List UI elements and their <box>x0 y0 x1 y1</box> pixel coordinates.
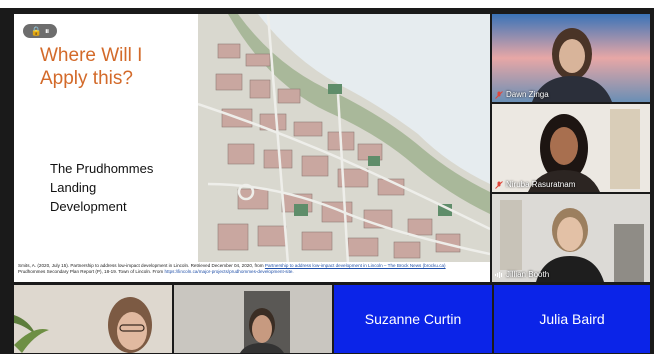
slide-subtitle: The Prudhommes Landing Development <box>50 161 154 214</box>
reference-link[interactable]: Partnership to address low-impact develo… <box>265 263 446 268</box>
lock-icon: 🔒 <box>30 25 42 36</box>
participant-video-jillian <box>492 194 650 282</box>
site-plan-image <box>198 14 490 264</box>
pause-icon: ⏸ <box>44 25 50 36</box>
participant-video-dawn <box>492 14 650 102</box>
participant-name-tag: Niruba Rasuratnam <box>495 180 575 190</box>
participant-name: Niruba Rasuratnam <box>506 180 576 189</box>
participant-tile-niruba[interactable]: Niruba Rasuratnam <box>492 104 650 192</box>
participant-tile-julia[interactable]: Julia Baird <box>494 285 650 353</box>
slide-references: Smits, A. (2020, July 15). Partnership t… <box>14 262 490 282</box>
participant-tile-suzanne[interactable]: Suzanne Curtin <box>334 285 492 353</box>
participant-name: Dawn Zinga <box>506 90 549 99</box>
reference-link[interactable]: https://lincoln.ca/major-projects/prudho… <box>164 269 293 274</box>
muted-mic-icon <box>495 181 503 189</box>
shared-screen: 🔒 ⏸ Where Will I Apply this? The Prudhom… <box>14 14 490 282</box>
participant-tile-jillian[interactable]: Jillian Booth <box>492 194 650 282</box>
participant-video <box>14 285 172 353</box>
mic-active-icon <box>495 271 503 279</box>
slide-title: Where Will I Apply this? <box>40 45 143 89</box>
participant-tile-video-1[interactable] <box>14 285 172 353</box>
participant-tile-dawn[interactable]: Dawn Zinga <box>492 14 650 102</box>
participant-video <box>174 285 332 353</box>
participant-name: Jillian Booth <box>506 270 550 279</box>
participant-video-niruba <box>492 104 650 192</box>
slide-text-panel: 🔒 ⏸ Where Will I Apply this? The Prudhom… <box>14 14 198 264</box>
muted-mic-icon <box>495 91 503 99</box>
participant-name-placeholder: Suzanne Curtin <box>364 311 462 327</box>
participant-name-tag: Jillian Booth <box>495 270 549 280</box>
participant-name-placeholder: Julia Baird <box>539 311 605 327</box>
reference-line: Prudhommes Secondary Plan Report (P), 18… <box>18 268 294 274</box>
participant-name-tag: Dawn Zinga <box>495 90 549 100</box>
screen-share-lock-badge[interactable]: 🔒 ⏸ <box>23 24 57 38</box>
participant-tile-video-2[interactable] <box>174 285 332 353</box>
